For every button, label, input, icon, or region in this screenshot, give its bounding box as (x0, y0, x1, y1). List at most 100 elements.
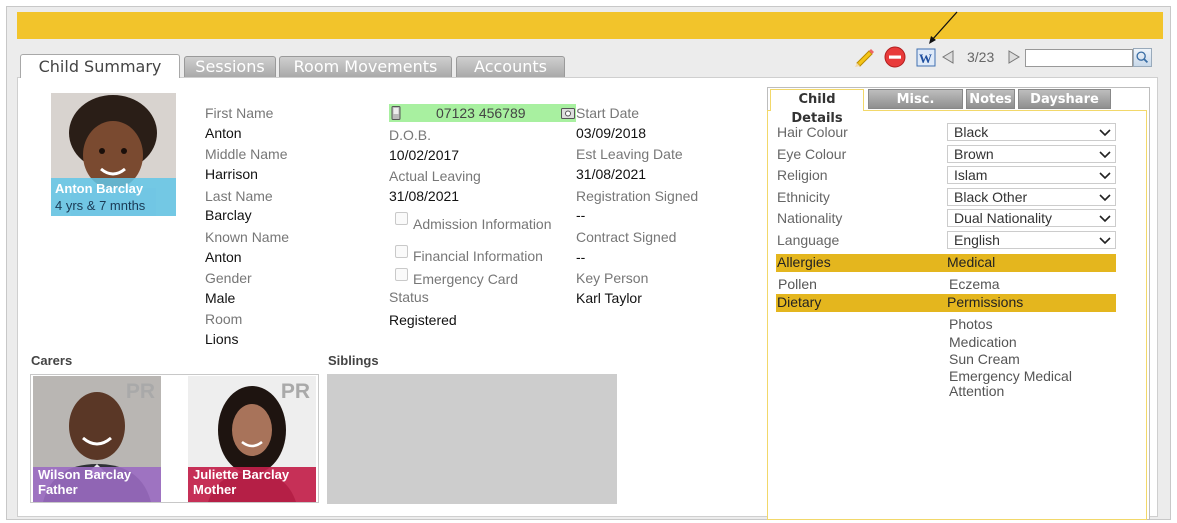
chevron-down-icon (1099, 237, 1111, 245)
carer-card-father[interactable]: PR Wilson Barclay Father (33, 376, 161, 502)
carers-heading: Carers (31, 353, 73, 368)
medical-item: Eczema (949, 276, 1000, 292)
medical-heading: Medical (947, 254, 996, 270)
phone-icon (391, 106, 401, 120)
phone-number-bar: 07123 456789 (389, 104, 576, 122)
child-photo-caption: Anton Barclay 4 yrs & 7 mnths (51, 178, 176, 216)
permissions-heading: Permissions (947, 294, 1024, 310)
child-photo: Anton Barclay 4 yrs & 7 mnths (51, 93, 176, 216)
gender-label: Gender (205, 270, 252, 286)
carer-caption-mother: Juliette Barclay Mother (188, 467, 316, 502)
camera-icon[interactable] (561, 106, 575, 119)
carer-caption-father: Wilson Barclay Father (33, 467, 161, 502)
status-label: Status (389, 289, 429, 305)
parental-responsibility-badge: PR (125, 380, 155, 403)
eye-colour-label: Eye Colour (777, 146, 847, 162)
tab-dayshare[interactable]: Dayshare (1018, 89, 1111, 109)
middle-name-label: Middle Name (205, 146, 288, 162)
tab-child-details[interactable]: Child Details (770, 89, 864, 126)
eye-colour-select[interactable]: Brown (947, 145, 1116, 163)
arrow-annotation-icon (929, 11, 958, 44)
ethnicity-select[interactable]: Black Other (947, 188, 1116, 206)
next-record-icon[interactable] (1006, 49, 1022, 65)
hair-colour-value: Black (954, 124, 989, 140)
dietary-heading: Dietary (777, 294, 822, 310)
registration-signed-label: Registration Signed (576, 188, 699, 204)
no-entry-icon[interactable] (884, 46, 906, 68)
siblings-area (327, 374, 617, 504)
emergency-card-checkbox[interactable] (395, 268, 408, 281)
first-name-label: First Name (205, 105, 274, 121)
chevron-down-icon (1099, 215, 1111, 223)
language-value: English (954, 232, 1000, 248)
known-name-value: Anton (205, 249, 242, 265)
est-leaving-date-label: Est Leaving Date (576, 146, 683, 162)
word-doc-icon[interactable]: W (915, 46, 937, 68)
tab-room-movements[interactable]: Room Movements (279, 56, 452, 77)
nationality-select[interactable]: Dual Nationality (947, 209, 1116, 227)
chevron-down-icon (1099, 129, 1111, 137)
known-name-label: Known Name (205, 229, 290, 245)
permission-item: Sun Cream (949, 351, 1020, 367)
child-photo-name: Anton Barclay (55, 181, 144, 196)
child-photo-age: 4 yrs & 7 mnths (55, 198, 146, 213)
eye-colour-value: Brown (954, 146, 994, 162)
first-name-value: Anton (205, 125, 242, 141)
ethnicity-label: Ethnicity (777, 189, 830, 205)
key-person-value: Karl Taylor (576, 290, 642, 306)
search-icon[interactable] (1133, 48, 1152, 67)
allergies-medical-header: Allergies Medical (776, 254, 1116, 272)
room-value: Lions (205, 331, 239, 347)
dob-label: D.O.B. (389, 127, 432, 143)
middle-name-value: Harrison (205, 166, 258, 182)
religion-label: Religion (777, 167, 828, 183)
carer-relation-mother: Mother (193, 482, 237, 497)
pencil-icon[interactable] (853, 46, 875, 68)
tab-child-summary[interactable]: Child Summary (20, 54, 180, 78)
tab-misc-details[interactable]: Misc. Details (868, 89, 963, 126)
previous-record-icon[interactable] (940, 49, 956, 65)
tab-accounts[interactable]: Accounts (456, 56, 565, 77)
hair-colour-select[interactable]: Black (947, 123, 1116, 141)
contract-signed-value: -- (576, 249, 586, 265)
room-label: Room (205, 311, 243, 327)
key-person-label: Key Person (576, 270, 649, 286)
contract-signed-label: Contract Signed (576, 229, 677, 245)
nationality-label: Nationality (777, 210, 843, 226)
permission-item: Medication (949, 334, 1017, 350)
emergency-card-label: Emergency Card (413, 271, 519, 287)
language-label: Language (777, 232, 840, 248)
chevron-down-icon (1099, 194, 1111, 202)
tab-sessions[interactable]: Sessions (184, 56, 276, 77)
dob-value: 10/02/2017 (389, 147, 460, 163)
carer-name-mother: Juliette Barclay (193, 467, 290, 482)
search-input[interactable] (1025, 49, 1133, 67)
ethnicity-value: Black Other (954, 189, 1028, 205)
registration-signed-value: -- (576, 207, 586, 223)
last-name-label: Last Name (205, 188, 273, 204)
admission-information-label: Admission Information (413, 216, 552, 232)
religion-value: Islam (954, 167, 988, 183)
nationality-value: Dual Nationality (954, 210, 1053, 226)
actual-leaving-label: Actual Leaving (389, 168, 481, 184)
last-name-value: Barclay (205, 207, 252, 223)
religion-select[interactable]: Islam (947, 166, 1116, 184)
dietary-permissions-header: Dietary Permissions (776, 294, 1116, 312)
financial-information-checkbox[interactable] (395, 245, 408, 258)
start-date-label: Start Date (576, 105, 640, 121)
admission-information-checkbox[interactable] (395, 212, 408, 225)
allergies-heading: Allergies (777, 254, 831, 270)
est-leaving-date-value: 31/08/2021 (576, 166, 647, 182)
parental-responsibility-badge: PR (280, 380, 310, 403)
svg-text:W: W (919, 51, 932, 66)
permission-item: Emergency Medical Attention (949, 368, 1072, 399)
actual-leaving-value: 31/08/2021 (389, 188, 460, 204)
start-date-value: 03/09/2018 (576, 125, 647, 141)
language-select[interactable]: English (947, 231, 1116, 249)
chevron-down-icon (1099, 172, 1111, 180)
financial-information-label: Financial Information (413, 248, 543, 264)
status-value: Registered (389, 312, 457, 328)
tab-notes[interactable]: Notes (966, 89, 1015, 109)
carer-card-mother[interactable]: PR Juliette Barclay Mother (188, 376, 316, 502)
record-counter: 3/23 (967, 49, 995, 65)
